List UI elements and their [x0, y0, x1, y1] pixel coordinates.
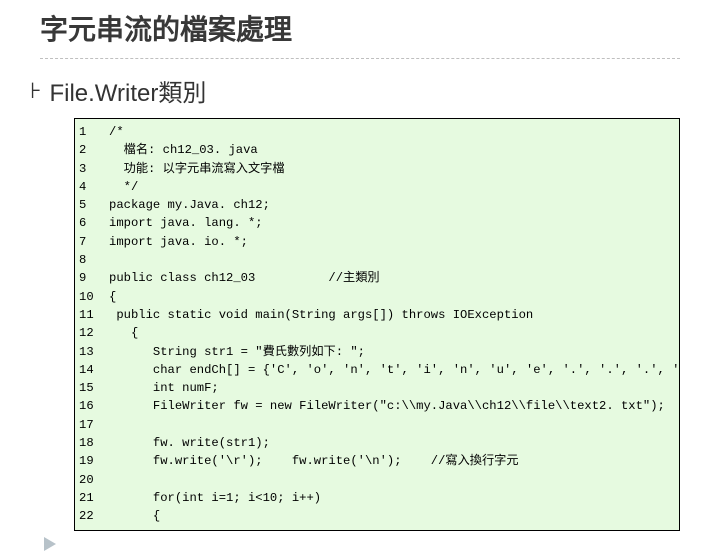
code-line: int numF;: [109, 379, 675, 397]
code-content: /* 檔名: ch12_03. java 功能: 以字元串流寫入文字檔 */pa…: [109, 119, 679, 530]
line-number: 18: [79, 434, 103, 452]
slide-title: 字元串流的檔案處理: [40, 8, 680, 48]
code-line: package my.Java. ch12;: [109, 196, 675, 214]
line-number: 11: [79, 306, 103, 324]
line-number: 9: [79, 269, 103, 287]
code-line: {: [109, 288, 675, 306]
line-number: 16: [79, 397, 103, 415]
code-line: 功能: 以字元串流寫入文字檔: [109, 160, 675, 178]
slide: 字元串流的檔案處理 ⊦ File.Writer類別 12345678910111…: [0, 0, 720, 551]
code-line: String str1 = "費氏數列如下: ";: [109, 343, 675, 361]
line-number: 17: [79, 416, 103, 434]
line-number: 20: [79, 471, 103, 489]
code-line: [109, 251, 675, 269]
line-number: 8: [79, 251, 103, 269]
code-line: char endCh[] = {'C', 'o', 'n', 't', 'i',…: [109, 361, 675, 379]
line-number: 2: [79, 141, 103, 159]
line-number: 6: [79, 214, 103, 232]
code-line: for(int i=1; i<10; i++): [109, 489, 675, 507]
code-block: 12345678910111213141516171819202122 /* 檔…: [74, 118, 680, 531]
code-line: public static void main(String args[]) t…: [109, 306, 675, 324]
line-number: 5: [79, 196, 103, 214]
code-line: /*: [109, 123, 675, 141]
subtitle: File.Writer類別: [49, 73, 206, 108]
code-line: fw. write(str1);: [109, 434, 675, 452]
triangle-marker-icon: [44, 537, 56, 551]
line-number: 19: [79, 452, 103, 470]
code-line: [109, 416, 675, 434]
code-line: */: [109, 178, 675, 196]
line-number: 14: [79, 361, 103, 379]
line-number: 13: [79, 343, 103, 361]
slide-marker: [44, 537, 680, 551]
code-line: [109, 471, 675, 489]
line-number: 1: [79, 123, 103, 141]
code-line: public class ch12_03 //主類別: [109, 269, 675, 287]
code-line: fw.write('\r'); fw.write('\n'); //寫入換行字元: [109, 452, 675, 470]
code-line: 檔名: ch12_03. java: [109, 141, 675, 159]
code-line: import java. io. *;: [109, 233, 675, 251]
line-number: 12: [79, 324, 103, 342]
line-number: 15: [79, 379, 103, 397]
code-line: import java. lang. *;: [109, 214, 675, 232]
subtitle-row: ⊦ File.Writer類別: [30, 73, 680, 108]
line-number: 7: [79, 233, 103, 251]
code-line: {: [109, 324, 675, 342]
code-line: {: [109, 507, 675, 525]
line-number: 21: [79, 489, 103, 507]
bullet-icon: ⊦: [30, 80, 41, 102]
line-number: 3: [79, 160, 103, 178]
line-number-gutter: 12345678910111213141516171819202122: [75, 119, 109, 530]
line-number: 10: [79, 288, 103, 306]
line-number: 4: [79, 178, 103, 196]
title-divider: [40, 58, 680, 59]
code-line: FileWriter fw = new FileWriter("c:\\my.J…: [109, 397, 675, 415]
line-number: 22: [79, 507, 103, 525]
